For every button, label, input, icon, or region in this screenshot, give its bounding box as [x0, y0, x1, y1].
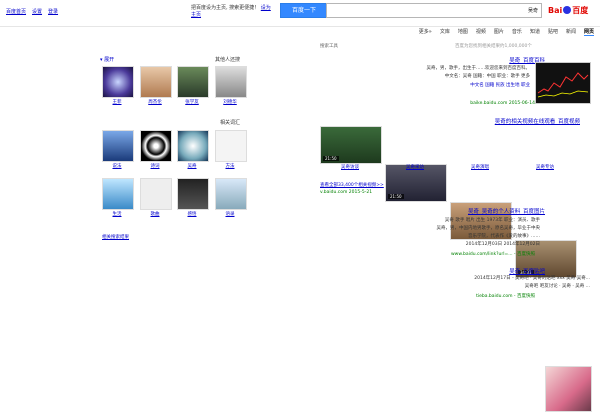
- top-links: 百度首页 设置 登录: [6, 8, 58, 15]
- result-meta[interactable]: 中文名 国籍 民族 出生地 职业: [330, 83, 530, 89]
- tab-tieba[interactable]: 贴吧: [548, 26, 558, 36]
- search-query: 吴奇: [527, 8, 538, 14]
- result-image[interactable]: [545, 366, 592, 412]
- chevron-down-icon: ▾: [100, 57, 103, 63]
- related-word-label[interactable]: 方法: [215, 163, 245, 169]
- related-word-label[interactable]: 生活: [102, 211, 132, 217]
- result-title[interactable]: 吴奇_吴奇的个人资料_百度图片: [468, 207, 545, 215]
- tab-video[interactable]: 视频: [476, 26, 486, 36]
- tab-zhidao[interactable]: 知道: [530, 26, 540, 36]
- search-tools-button[interactable]: 搜索工具: [320, 43, 338, 49]
- related-word-image[interactable]: [140, 130, 172, 162]
- set-homepage-tip: 把百度设为主页, 搜索更便捷！ 设为主页: [191, 5, 273, 19]
- more-videos-link[interactable]: 查看全部33,400个相关视频>>: [320, 182, 384, 188]
- related-word-label[interactable]: 感悟: [177, 211, 207, 217]
- result-count: 百度为您找到相关结果约1,000,000个: [455, 44, 532, 49]
- related-word-label[interactable]: 歌曲: [140, 211, 170, 217]
- video-caption[interactable]: 吴奇访谈: [320, 164, 380, 170]
- search-input[interactable]: 吴奇: [326, 3, 542, 18]
- stock-chart-image: [537, 72, 589, 98]
- tip-text: 把百度设为主页, 搜索更便捷！: [191, 5, 260, 11]
- expand-label: 展开: [104, 57, 115, 63]
- result-snippet: 2014年12月17日 - 吴奇吧 · 吴奇的贴吧 xxx 吴奇 吴奇...: [474, 276, 590, 281]
- related-word-image[interactable]: [102, 178, 134, 210]
- related-word-label[interactable]: 诗词: [140, 163, 170, 169]
- result-image[interactable]: [535, 62, 591, 104]
- tab-news[interactable]: 新闻: [566, 26, 576, 36]
- related-word-image[interactable]: [177, 130, 209, 162]
- result-snippet: 吴奇吧 吧友讨论 · 吴奇 · 吴奇 ...: [524, 284, 590, 289]
- result-url: v.baidu.com 2015-5-21: [320, 190, 373, 195]
- result-url: www.baidu.com/link?url=... - 百度快照: [450, 252, 535, 257]
- video-caption[interactable]: 吴奇演唱: [450, 164, 510, 170]
- expand-link[interactable]: ▾ 展开: [100, 56, 114, 63]
- related-person-image[interactable]: [140, 66, 172, 98]
- result-snippet: 中文名：吴奇 国籍：中国 职业：歌手 更多: [444, 74, 530, 79]
- related-word-image[interactable]: [102, 130, 134, 162]
- baidu-logo[interactable]: Bai 百度: [548, 2, 594, 18]
- sidebar-footer-link[interactable]: 相关搜索结果: [102, 234, 129, 240]
- video-duration: 21:50: [323, 156, 339, 161]
- related-person-name[interactable]: 张学友: [177, 99, 207, 105]
- top-link-home[interactable]: 百度首页: [6, 8, 26, 15]
- tab-more[interactable]: 更多»: [419, 26, 432, 36]
- related-word-label[interactable]: 说法: [102, 163, 132, 169]
- tab-web[interactable]: 网页: [583, 26, 594, 36]
- result-title[interactable]: 吴奇的相关视频在线观看_百度视频: [495, 117, 580, 125]
- related-word-image[interactable]: [215, 178, 247, 210]
- result-snippet: 吴奇，男，歌手，出生于……欢迎您来到百度百科。: [426, 66, 531, 71]
- result-title[interactable]: 吴奇_百度贴吧: [509, 267, 545, 275]
- tab-map[interactable]: 地图: [458, 26, 468, 36]
- related-person-name[interactable]: 王菲: [102, 99, 132, 105]
- top-link-settings[interactable]: 设置: [32, 8, 42, 15]
- related-person-image[interactable]: [177, 66, 209, 98]
- result-snippet: 吴奇，男，中国内地男歌手，原名吴奇，毕业于中央: [436, 226, 541, 231]
- related-person-name[interactable]: 周杰伦: [140, 99, 170, 105]
- related-person-image[interactable]: [215, 66, 247, 98]
- tab-bar: 网页 新闻 贴吧 知道 音乐 图片 视频 地图 文库 更多»: [315, 26, 600, 36]
- paw-icon: [563, 6, 572, 14]
- tab-wenku[interactable]: 文库: [440, 26, 450, 36]
- result-meta: 吴奇 歌手 唱片 出生 1973年 职业：演员、歌手: [444, 218, 540, 223]
- related-person-image[interactable]: [102, 66, 134, 98]
- related-word-image[interactable]: [140, 178, 172, 210]
- related-word-image[interactable]: [177, 178, 209, 210]
- video-thumbnail[interactable]: 21:50: [320, 126, 382, 164]
- tab-images[interactable]: 图片: [494, 26, 504, 36]
- result-snippet: 音乐学院，代表作《爱的故事》……: [468, 234, 540, 239]
- search-button[interactable]: 百度一下: [280, 3, 328, 18]
- related-word-label[interactable]: 语录: [215, 211, 245, 217]
- related-person-name[interactable]: 刘德华: [215, 99, 245, 105]
- top-link-login[interactable]: 登录: [48, 8, 58, 15]
- video-caption[interactable]: 吴奇采访: [385, 164, 445, 170]
- tab-music[interactable]: 音乐: [512, 26, 522, 36]
- related-word-image[interactable]: [215, 130, 247, 162]
- related-words-heading: 相关词汇: [220, 120, 241, 126]
- logo-text-left: Bai: [548, 5, 563, 15]
- related-people-heading: 其他人还搜: [215, 57, 241, 63]
- video-duration: 21:50: [388, 194, 404, 199]
- video-caption[interactable]: 吴奇专访: [515, 164, 575, 170]
- related-word-label[interactable]: 吴奇: [177, 163, 207, 169]
- logo-text-right: 百度: [572, 5, 589, 15]
- result-snippet: 2014年12月03日 2014年12月02日: [465, 242, 540, 247]
- result-url: tieba.baidu.com - 百度快照: [476, 294, 535, 299]
- result-url: baike.baidu.com 2015-06-14: [470, 101, 535, 106]
